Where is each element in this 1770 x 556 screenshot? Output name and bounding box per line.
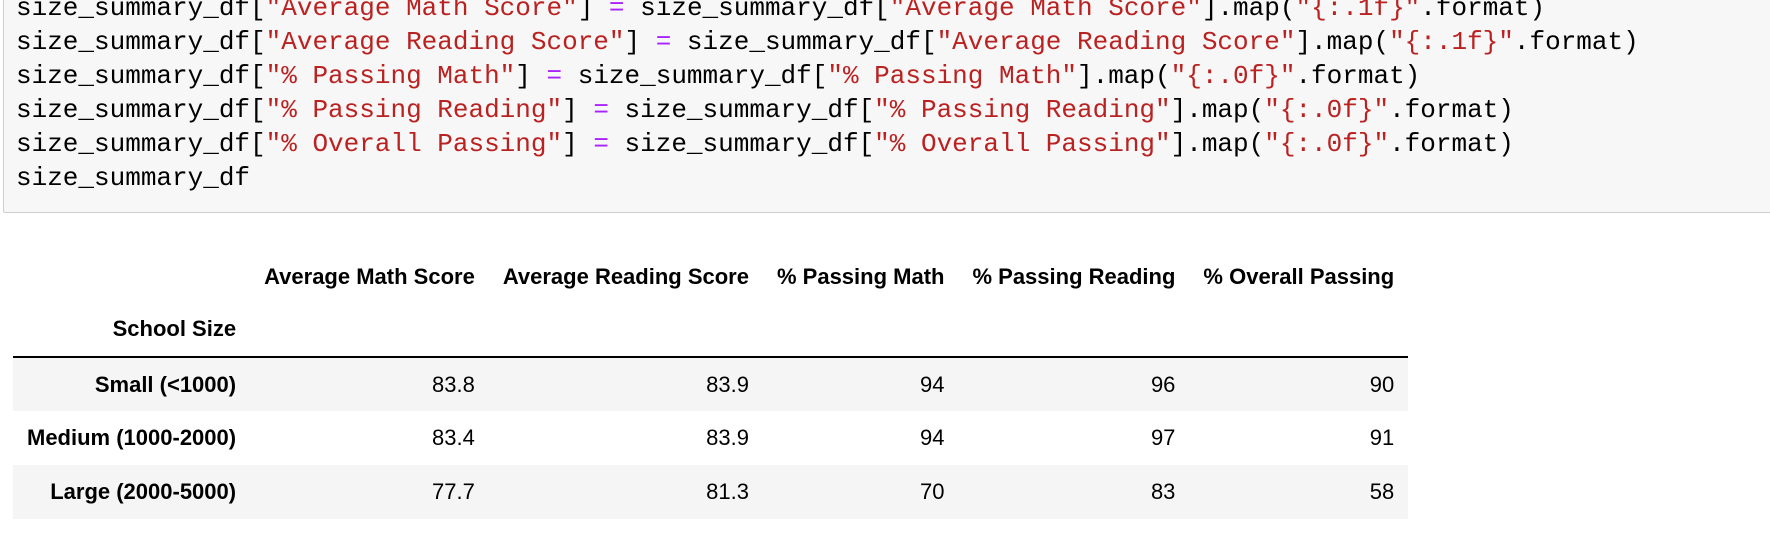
column-header: % Passing Math xyxy=(776,264,945,289)
table-cell: 83.4 xyxy=(431,425,475,450)
code-string-token: "% Passing Math" xyxy=(265,61,516,91)
table-cell: 94 xyxy=(919,425,945,450)
code-token: size_summary_df[ xyxy=(624,0,890,23)
code-token: size_summary_df[ xyxy=(671,27,937,57)
code-editor[interactable]: size_summary_df["Average Math Score"] = … xyxy=(16,0,1639,195)
code-string-token: "{:.1f}" xyxy=(1389,27,1514,57)
code-string-token: "{:.1f}" xyxy=(1295,0,1421,23)
output-area: Average Math Score Average Reading Score… xyxy=(13,252,1409,519)
row-index: Large (2000-5000) xyxy=(50,479,237,504)
code-string-token: "% Passing Reading" xyxy=(265,95,563,125)
code-token: .format) xyxy=(1420,0,1546,23)
dataframe-table: Average Math Score Average Reading Score… xyxy=(13,252,1409,519)
table-cell: 77.7 xyxy=(431,479,475,504)
column-header: Average Reading Score xyxy=(502,264,749,289)
code-token: size_summary_df[ xyxy=(16,129,266,159)
code-token: size_summary_df[ xyxy=(16,27,266,57)
code-string-token: "Average Reading Score" xyxy=(265,27,625,57)
code-cell[interactable]: size_summary_df["Average Math Score"] = … xyxy=(3,0,1770,213)
code-token: size_summary_df xyxy=(16,163,251,193)
code-token: size_summary_df[ xyxy=(16,61,266,91)
table-row: Small (<1000) 83.8 83.9 94 96 90 xyxy=(13,357,1409,411)
code-token: size_summary_df[ xyxy=(562,61,828,91)
table-row: Medium (1000-2000) 83.4 83.9 94 97 91 xyxy=(13,411,1408,465)
code-operator-token: = xyxy=(593,95,609,125)
code-token: ].map( xyxy=(1170,129,1265,159)
code-string-token: "{:.0f}" xyxy=(1170,61,1296,91)
column-header: Average Math Score xyxy=(264,264,475,289)
table-cell: 83.9 xyxy=(706,371,749,397)
code-token: ] xyxy=(577,0,609,23)
code-operator-token: = xyxy=(655,27,672,57)
code-operator-token: = xyxy=(608,0,625,23)
code-line: size_summary_df["% Passing Reading"] = s… xyxy=(16,93,1639,127)
code-token: ] xyxy=(515,61,547,91)
row-index: Small (<1000) xyxy=(94,371,237,397)
code-string-token: "Average Math Score" xyxy=(889,0,1202,23)
index-name: School Size xyxy=(112,316,237,341)
table-cell: 96 xyxy=(1150,371,1176,397)
table-cell: 94 xyxy=(919,371,945,397)
code-string-token: "{:.0f}" xyxy=(1264,95,1390,125)
table-cell: 97 xyxy=(1150,425,1176,450)
code-line: size_summary_df["Average Math Score"] = … xyxy=(16,0,1639,25)
code-string-token: "Average Reading Score" xyxy=(936,27,1296,57)
row-index: Medium (1000-2000) xyxy=(27,425,237,450)
code-token: .format) xyxy=(1389,129,1514,159)
table-cell: 81.3 xyxy=(706,479,749,504)
column-header-row: Average Math Score Average Reading Score… xyxy=(13,252,1408,302)
code-string-token: "Average Math Score" xyxy=(265,0,578,23)
table-cell: 70 xyxy=(919,479,945,504)
code-token: .format) xyxy=(1513,27,1639,57)
code-string-token: "% Passing Math" xyxy=(827,61,1077,91)
table-cell: 83.8 xyxy=(431,371,475,397)
code-token: ].map( xyxy=(1201,0,1296,23)
corner-cell xyxy=(13,252,250,302)
table-cell: 91 xyxy=(1369,425,1395,450)
table-cell: 83.9 xyxy=(706,425,749,450)
column-header: % Passing Reading xyxy=(972,264,1176,289)
code-string-token: "{:.0f}" xyxy=(1264,129,1390,159)
code-token: size_summary_df[ xyxy=(608,129,875,159)
code-string-token: "% Overall Passing" xyxy=(874,129,1171,159)
table-row: Large (2000-5000) 77.7 81.3 70 83 58 xyxy=(13,465,1409,519)
code-token: size_summary_df[ xyxy=(16,95,266,125)
column-header: % Overall Passing xyxy=(1203,264,1395,289)
code-token: size_summary_df[ xyxy=(608,95,875,125)
table-cell: 90 xyxy=(1369,371,1395,397)
table-cell: 83 xyxy=(1150,479,1176,504)
code-token: ] xyxy=(562,95,594,125)
code-string-token: "% Overall Passing" xyxy=(265,129,563,159)
code-token: .format) xyxy=(1389,95,1514,125)
code-token: .format) xyxy=(1295,61,1421,91)
code-operator-token: = xyxy=(546,61,563,91)
code-line: size_summary_df["Average Reading Score"]… xyxy=(16,25,1639,59)
code-operator-token: = xyxy=(593,129,609,159)
code-string-token: "% Passing Reading" xyxy=(874,95,1171,125)
code-line: size_summary_df["% Passing Math"] = size… xyxy=(16,59,1639,93)
code-line: size_summary_df xyxy=(16,161,1639,195)
code-token: ] xyxy=(562,129,594,159)
code-token: ] xyxy=(624,27,656,57)
table-cell: 58 xyxy=(1369,479,1395,504)
code-line: size_summary_df["% Overall Passing"] = s… xyxy=(16,127,1639,161)
code-token: ].map( xyxy=(1170,95,1265,125)
index-header-row: School Size xyxy=(13,302,1409,357)
code-token: ].map( xyxy=(1077,61,1171,91)
code-token: ].map( xyxy=(1295,27,1390,57)
code-token: size_summary_df[ xyxy=(16,0,266,23)
